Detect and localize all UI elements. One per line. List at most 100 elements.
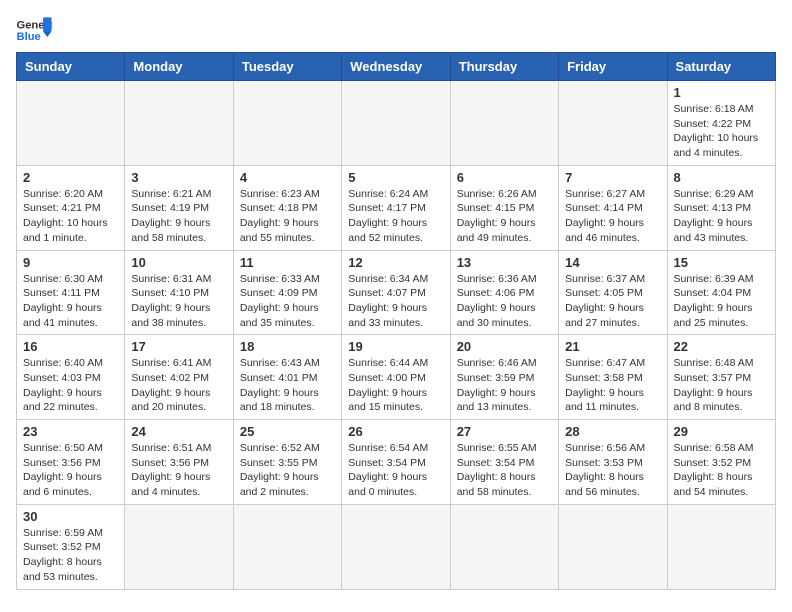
day-number: 17: [131, 339, 226, 354]
day-info: Sunrise: 6:56 AM Sunset: 3:53 PM Dayligh…: [565, 441, 660, 500]
day-cell: 17 Sunrise: 6:41 AM Sunset: 4:02 PM Dayli…: [125, 335, 233, 420]
day-number: 15: [674, 255, 769, 270]
day-number: 27: [457, 424, 552, 439]
day-number: 10: [131, 255, 226, 270]
day-info: Sunrise: 6:54 AM Sunset: 3:54 PM Dayligh…: [348, 441, 443, 500]
day-cell: [17, 81, 125, 166]
day-number: 6: [457, 170, 552, 185]
day-cell: [342, 81, 450, 166]
day-cell: 9 Sunrise: 6:30 AM Sunset: 4:11 PM Daylig…: [17, 250, 125, 335]
day-cell: [559, 81, 667, 166]
day-cell: 18 Sunrise: 6:43 AM Sunset: 4:01 PM Dayli…: [233, 335, 341, 420]
week-row-4: 16Sunrise: 6:40 AM Sunset: 4:03 PM Dayli…: [17, 335, 776, 420]
day-number: 3: [131, 170, 226, 185]
week-row-2: 2Sunrise: 6:20 AM Sunset: 4:21 PM Daylig…: [17, 165, 776, 250]
day-info: Sunrise: 6:50 AM Sunset: 3:56 PM Dayligh…: [23, 441, 118, 500]
day-info: Sunrise: 6:41 AM Sunset: 4:02 PM Dayligh…: [131, 356, 226, 415]
logo-icon: General Blue: [16, 16, 52, 44]
week-row-6: 30Sunrise: 6:59 AM Sunset: 3:52 PM Dayli…: [17, 504, 776, 589]
day-info: Sunrise: 6:58 AM Sunset: 3:52 PM Dayligh…: [674, 441, 769, 500]
day-cell: 14 Sunrise: 6:37 AM Sunset: 4:05 PM Dayli…: [559, 250, 667, 335]
day-info: Sunrise: 6:18 AM Sunset: 4:22 PM Dayligh…: [674, 102, 769, 161]
day-cell: 4Sunrise: 6:23 AM Sunset: 4:18 PM Daylig…: [233, 165, 341, 250]
logo: General Blue: [16, 16, 52, 44]
day-cell: [450, 81, 558, 166]
day-number: 14: [565, 255, 660, 270]
day-number: 9: [23, 255, 118, 270]
day-cell: [559, 504, 667, 589]
day-number: 18: [240, 339, 335, 354]
day-cell: 29 Sunrise: 6:58 AM Sunset: 3:52 PM Dayli…: [667, 420, 775, 505]
header: General Blue: [16, 16, 776, 44]
day-number: 21: [565, 339, 660, 354]
week-row-5: 23 Sunrise: 6:50 AM Sunset: 3:56 PM Dayli…: [17, 420, 776, 505]
day-header-wednesday: Wednesday: [342, 53, 450, 81]
day-number: 13: [457, 255, 552, 270]
day-info: Sunrise: 6:55 AM Sunset: 3:54 PM Dayligh…: [457, 441, 552, 500]
day-number: 28: [565, 424, 660, 439]
calendar: SundayMondayTuesdayWednesdayThursdayFrid…: [16, 52, 776, 590]
day-cell: 28 Sunrise: 6:56 AM Sunset: 3:53 PM Dayli…: [559, 420, 667, 505]
day-info: Sunrise: 6:33 AM Sunset: 4:09 PM Dayligh…: [240, 272, 335, 331]
day-cell: 27 Sunrise: 6:55 AM Sunset: 3:54 PM Dayli…: [450, 420, 558, 505]
day-cell: 10Sunrise: 6:31 AM Sunset: 4:10 PM Dayli…: [125, 250, 233, 335]
week-row-1: 1 Sunrise: 6:18 AM Sunset: 4:22 PM Daylig…: [17, 81, 776, 166]
day-header-thursday: Thursday: [450, 53, 558, 81]
day-cell: 1 Sunrise: 6:18 AM Sunset: 4:22 PM Daylig…: [667, 81, 775, 166]
day-header-saturday: Saturday: [667, 53, 775, 81]
day-info: Sunrise: 6:44 AM Sunset: 4:00 PM Dayligh…: [348, 356, 443, 415]
day-cell: 21 Sunrise: 6:47 AM Sunset: 3:58 PM Dayli…: [559, 335, 667, 420]
day-cell: 26 Sunrise: 6:54 AM Sunset: 3:54 PM Dayli…: [342, 420, 450, 505]
day-number: 4: [240, 170, 335, 185]
day-number: 7: [565, 170, 660, 185]
day-info: Sunrise: 6:36 AM Sunset: 4:06 PM Dayligh…: [457, 272, 552, 331]
day-cell: [450, 504, 558, 589]
day-cell: 5Sunrise: 6:24 AM Sunset: 4:17 PM Daylig…: [342, 165, 450, 250]
day-number: 12: [348, 255, 443, 270]
day-cell: 13 Sunrise: 6:36 AM Sunset: 4:06 PM Dayli…: [450, 250, 558, 335]
day-cell: 12 Sunrise: 6:34 AM Sunset: 4:07 PM Dayli…: [342, 250, 450, 335]
svg-text:Blue: Blue: [17, 31, 41, 43]
day-cell: 25Sunrise: 6:52 AM Sunset: 3:55 PM Dayli…: [233, 420, 341, 505]
day-cell: 22 Sunrise: 6:48 AM Sunset: 3:57 PM Dayli…: [667, 335, 775, 420]
day-number: 2: [23, 170, 118, 185]
day-info: Sunrise: 6:47 AM Sunset: 3:58 PM Dayligh…: [565, 356, 660, 415]
day-number: 20: [457, 339, 552, 354]
day-cell: 7 Sunrise: 6:27 AM Sunset: 4:14 PM Daylig…: [559, 165, 667, 250]
day-header-sunday: Sunday: [17, 53, 125, 81]
day-info: Sunrise: 6:34 AM Sunset: 4:07 PM Dayligh…: [348, 272, 443, 331]
day-cell: 3 Sunrise: 6:21 AM Sunset: 4:19 PM Daylig…: [125, 165, 233, 250]
day-number: 22: [674, 339, 769, 354]
header-row: SundayMondayTuesdayWednesdayThursdayFrid…: [17, 53, 776, 81]
day-number: 19: [348, 339, 443, 354]
day-number: 1: [674, 85, 769, 100]
day-number: 11: [240, 255, 335, 270]
day-cell: [125, 81, 233, 166]
day-info: Sunrise: 6:40 AM Sunset: 4:03 PM Dayligh…: [23, 356, 118, 415]
day-cell: 19 Sunrise: 6:44 AM Sunset: 4:00 PM Dayli…: [342, 335, 450, 420]
day-info: Sunrise: 6:26 AM Sunset: 4:15 PM Dayligh…: [457, 187, 552, 246]
day-info: Sunrise: 6:30 AM Sunset: 4:11 PM Dayligh…: [23, 272, 118, 331]
day-number: 24: [131, 424, 226, 439]
day-info: Sunrise: 6:37 AM Sunset: 4:05 PM Dayligh…: [565, 272, 660, 331]
day-number: 23: [23, 424, 118, 439]
day-info: Sunrise: 6:21 AM Sunset: 4:19 PM Dayligh…: [131, 187, 226, 246]
day-cell: 2Sunrise: 6:20 AM Sunset: 4:21 PM Daylig…: [17, 165, 125, 250]
day-cell: [667, 504, 775, 589]
day-info: Sunrise: 6:43 AM Sunset: 4:01 PM Dayligh…: [240, 356, 335, 415]
day-cell: 16Sunrise: 6:40 AM Sunset: 4:03 PM Dayli…: [17, 335, 125, 420]
day-info: Sunrise: 6:48 AM Sunset: 3:57 PM Dayligh…: [674, 356, 769, 415]
day-cell: [233, 504, 341, 589]
day-cell: 8 Sunrise: 6:29 AM Sunset: 4:13 PM Daylig…: [667, 165, 775, 250]
day-cell: 15Sunrise: 6:39 AM Sunset: 4:04 PM Dayli…: [667, 250, 775, 335]
day-cell: 23 Sunrise: 6:50 AM Sunset: 3:56 PM Dayli…: [17, 420, 125, 505]
day-cell: [233, 81, 341, 166]
day-info: Sunrise: 6:29 AM Sunset: 4:13 PM Dayligh…: [674, 187, 769, 246]
day-number: 29: [674, 424, 769, 439]
day-number: 8: [674, 170, 769, 185]
day-number: 5: [348, 170, 443, 185]
day-cell: 20Sunrise: 6:46 AM Sunset: 3:59 PM Dayli…: [450, 335, 558, 420]
day-info: Sunrise: 6:27 AM Sunset: 4:14 PM Dayligh…: [565, 187, 660, 246]
day-cell: 11 Sunrise: 6:33 AM Sunset: 4:09 PM Dayli…: [233, 250, 341, 335]
day-number: 26: [348, 424, 443, 439]
